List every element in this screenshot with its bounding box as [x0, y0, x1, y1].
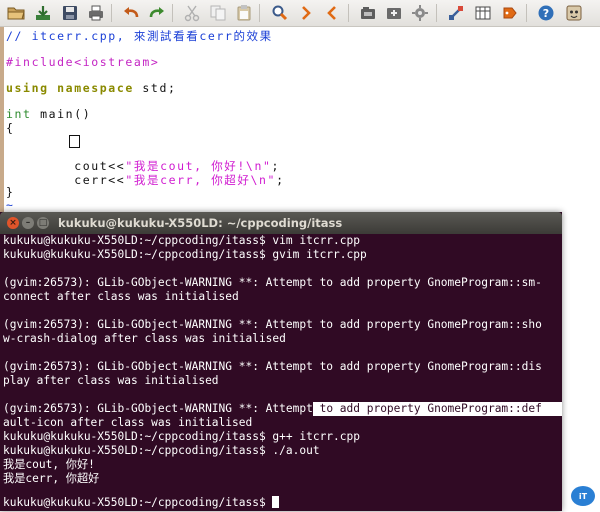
terminal-line-unselected: (gvim:26573): GLib-GObject-WARNING **: A… [3, 402, 313, 415]
code-line-cerr: cerr<<"我是cerr, 你超好\n"; [6, 173, 285, 187]
code-line-include: #include<iostream> [6, 55, 159, 69]
terminal-line: kukuku@kukuku-X550LD:~/cppcoding/itass$ … [3, 444, 320, 457]
shell-icon[interactable] [473, 3, 493, 23]
redo-icon[interactable] [147, 3, 167, 23]
terminal-line: connect after class was initialised [3, 290, 239, 303]
save-icon[interactable] [60, 3, 80, 23]
toolbar-separator [526, 4, 527, 22]
terminal-line: kukuku@kukuku-X550LD:~/cppcoding/itass$ … [3, 430, 360, 443]
code-line-using: using namespace std; [6, 81, 177, 95]
main-signature: main() [31, 107, 92, 121]
code-line-main: int main() [6, 107, 91, 121]
svg-text:iT: iT [579, 492, 588, 501]
undo-icon[interactable] [121, 3, 141, 23]
terminal-line: (gvim:26573): GLib-GObject-WARNING **: A… [3, 318, 542, 331]
terminal-window[interactable]: × – □ kukuku@kukuku-X550LD: ~/cppcoding/… [0, 212, 562, 511]
toolbar-separator [348, 4, 349, 22]
code-line-close-brace: } [6, 185, 15, 199]
vim-help-icon[interactable] [564, 3, 584, 23]
toolbar-separator [436, 4, 437, 22]
toolbar-separator [172, 4, 173, 22]
terminal-line: play after class was initialised [3, 374, 219, 387]
toolbar-separator [111, 4, 112, 22]
find-replace-icon[interactable] [270, 3, 290, 23]
code-line-open-brace: { [6, 121, 15, 135]
ctags-icon[interactable] [500, 3, 520, 23]
run-script-icon[interactable] [410, 3, 430, 23]
open-folder-icon[interactable] [6, 3, 26, 23]
gvim-toolbar: ? [0, 0, 600, 27]
minimize-icon[interactable]: – [22, 217, 34, 229]
code-line-comment: // itcerr.cpp, 來測試看看cerr的效果 [6, 29, 273, 43]
cut-icon[interactable] [182, 3, 202, 23]
cerr-semicolon: ; [276, 173, 285, 187]
ithome-logo-icon: iT [570, 484, 596, 508]
terminal-line: (gvim:26573): GLib-GObject-WARNING **: A… [3, 360, 542, 373]
cout-semicolon: ; [271, 159, 281, 173]
terminal-titlebar[interactable]: × – □ kukuku@kukuku-X550LD: ~/cppcoding/… [0, 212, 562, 234]
paste-icon[interactable] [234, 3, 254, 23]
help-icon[interactable]: ? [536, 3, 556, 23]
include-keyword: #include [6, 55, 75, 69]
find-prev-icon[interactable] [322, 3, 342, 23]
open-brace: { [6, 121, 15, 135]
terminal-line: ault-icon after class was initialised [3, 416, 253, 429]
int-keyword: int [6, 107, 32, 121]
terminal-prompt: kukuku@kukuku-X550LD:~/cppcoding/itass$ [3, 496, 273, 509]
terminal-title: kukuku@kukuku-X550LD: ~/cppcoding/itass [58, 216, 343, 230]
terminal-cursor [272, 496, 280, 508]
cout-prefix: cout<< [6, 159, 126, 173]
include-header: <iostream> [74, 55, 160, 69]
terminal-line-selected: to add property GnomeProgram::def [312, 402, 542, 415]
cerr-prefix: cerr<< [6, 173, 126, 187]
terminal-line: kukuku@kukuku-X550LD:~/cppcoding/itass$ … [3, 248, 367, 261]
empty-line-tilde: ~ [6, 198, 15, 212]
svg-text:?: ? [543, 7, 549, 20]
code-line-cout: cout<<"我是cout, 你好!\n"; [6, 159, 280, 173]
print-icon[interactable] [86, 3, 106, 23]
namespace-keyword: namespace [57, 81, 134, 95]
find-next-icon[interactable] [296, 3, 316, 23]
terminal-line: kukuku@kukuku-X550LD:~/cppcoding/itass$ … [3, 234, 360, 247]
load-session-icon[interactable] [358, 3, 378, 23]
download-icon[interactable] [33, 3, 53, 23]
editor-cursor [69, 135, 80, 148]
terminal-line: (gvim:26573): GLib-GObject-WARNING **: A… [3, 276, 542, 289]
maximize-icon[interactable]: □ [37, 217, 49, 229]
terminal-line: 我是cout, 你好! [3, 458, 95, 471]
toolbar-separator [259, 4, 260, 22]
cout-string: "我是cout, 你好!\n" [125, 159, 272, 173]
using-keyword: using [6, 81, 49, 95]
code-line-tilde: ~ [6, 198, 15, 212]
terminal-line: 我是cerr, 你超好 [3, 472, 100, 485]
comment-text: // itcerr.cpp, 來測試看看cerr的效果 [6, 29, 273, 43]
cerr-string: "我是cerr, 你超好\n" [125, 173, 277, 187]
close-icon[interactable]: × [7, 217, 19, 229]
std-text: std; [133, 81, 177, 95]
save-session-icon[interactable] [384, 3, 404, 23]
copy-icon[interactable] [208, 3, 228, 23]
terminal-line: (gvim:26573): GLib-GObject-WARNING **: A… [3, 402, 542, 416]
close-brace: } [6, 185, 15, 199]
terminal-prompt-line[interactable]: kukuku@kukuku-X550LD:~/cppcoding/itass$ [3, 496, 280, 510]
make-icon[interactable] [446, 3, 466, 23]
terminal-line: w-crash-dialog after class was initialis… [3, 332, 286, 345]
